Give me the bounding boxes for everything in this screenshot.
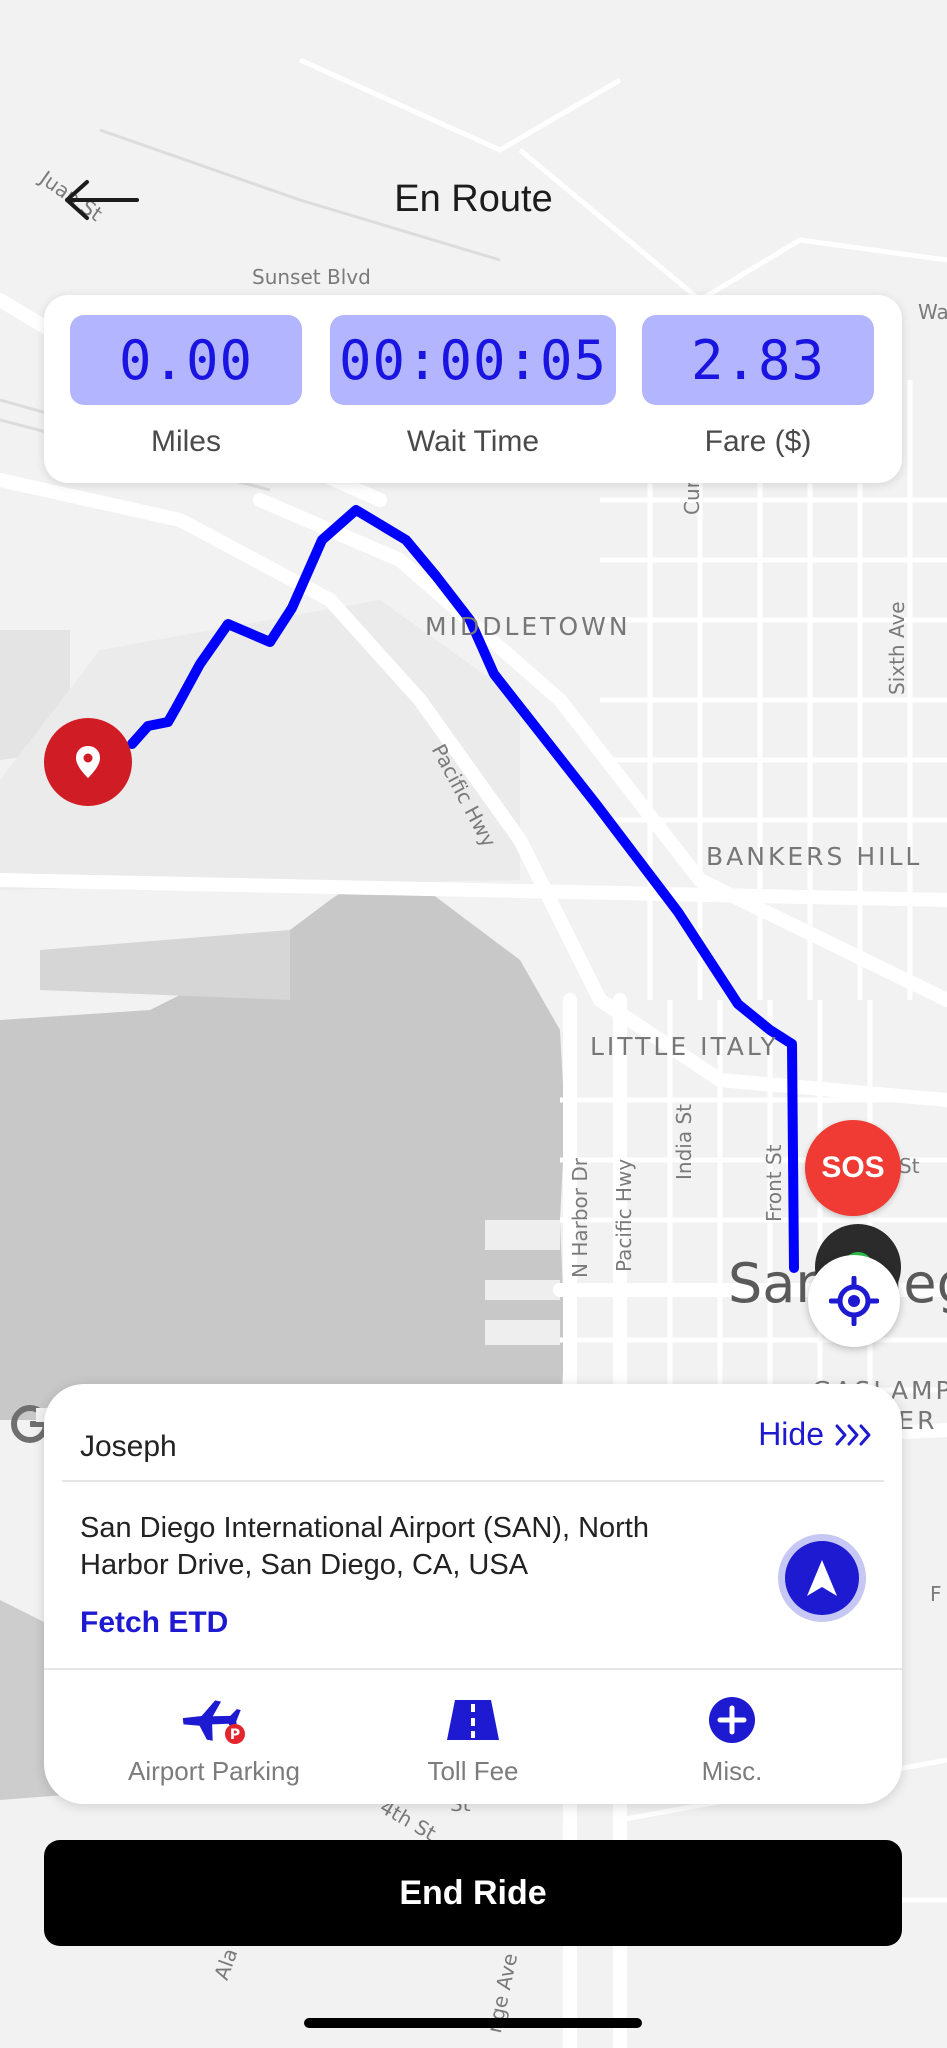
hide-label: Hide — [758, 1416, 824, 1452]
destination-pin[interactable] — [44, 718, 132, 806]
header: En Route — [0, 150, 947, 250]
miles-label: Miles — [150, 425, 221, 458]
airport-parking-label: Airport Parking — [128, 1756, 300, 1786]
map-district-label: BANKERS HILL — [706, 842, 923, 871]
fare-stat: 2.83 Fare ($) — [642, 315, 874, 459]
wait-time-stat: 00:00:05 Wait Time — [330, 315, 616, 459]
page-title: En Route — [394, 178, 553, 220]
trip-stats-card: 0.00 Miles 00:00:05 Wait Time 2.83 Fare … — [44, 295, 902, 483]
misc-button[interactable]: Misc. — [592, 1694, 872, 1787]
home-indicator[interactable] — [304, 2018, 642, 2028]
triple-chevron-right-icon — [835, 1424, 871, 1445]
map-street-label: F — [930, 1582, 942, 1606]
plus-circle-icon — [592, 1694, 872, 1746]
fare-value: 2.83 — [642, 315, 874, 405]
crosshair-icon — [829, 1276, 879, 1326]
map-street-label: Pacific Hwy — [612, 1158, 636, 1272]
map-street-label: Sixth Ave — [885, 601, 909, 695]
map-street-label: N Harbor Dr — [568, 1158, 592, 1278]
svg-text:P: P — [230, 1727, 240, 1743]
map-street-label: Front St — [762, 1144, 786, 1222]
end-ride-button[interactable]: End Ride — [44, 1840, 902, 1946]
miles-stat: 0.00 Miles — [70, 315, 302, 459]
map-street-label: Sunset Blvd — [252, 265, 371, 289]
navigate-button[interactable] — [778, 1534, 866, 1622]
toll-fee-button[interactable]: Toll Fee — [333, 1694, 613, 1787]
wait-time-value: 00:00:05 — [330, 315, 616, 405]
map-district-label: MIDDLETOWN — [425, 612, 631, 641]
divider — [62, 1480, 884, 1482]
ride-details-card: Joseph Hide San Diego International Airp… — [44, 1384, 902, 1804]
toll-fee-label: Toll Fee — [427, 1756, 519, 1786]
location-pin-icon — [76, 746, 100, 778]
pickup-address: San Diego International Airport (SAN), N… — [80, 1512, 649, 1581]
navigation-arrow-icon — [807, 1560, 837, 1596]
airplane-parking-icon: P — [74, 1694, 354, 1746]
divider — [44, 1668, 902, 1670]
road-icon — [333, 1694, 613, 1746]
fare-label: Fare ($) — [704, 425, 812, 458]
miles-value: 0.00 — [70, 315, 302, 405]
navigate-button-inner — [785, 1541, 859, 1615]
sos-button[interactable]: SOS — [805, 1120, 901, 1216]
screen: Sunset Blvd Juan St Wa Curlew Sixth Ave … — [0, 0, 947, 2048]
map-district-label: LITTLE ITALY — [590, 1032, 779, 1061]
recenter-button[interactable] — [808, 1255, 900, 1347]
hide-button[interactable]: Hide — [758, 1416, 874, 1453]
misc-label: Misc. — [701, 1756, 763, 1786]
wait-time-label: Wait Time — [406, 425, 540, 458]
fetch-etd-link[interactable]: Fetch ETD — [80, 1606, 228, 1640]
map-street-label: India St — [672, 1104, 696, 1180]
airport-parking-button[interactable]: P Airport Parking — [74, 1694, 354, 1787]
map-street-label: Wa — [918, 300, 947, 324]
rider-name: Joseph — [80, 1430, 177, 1463]
